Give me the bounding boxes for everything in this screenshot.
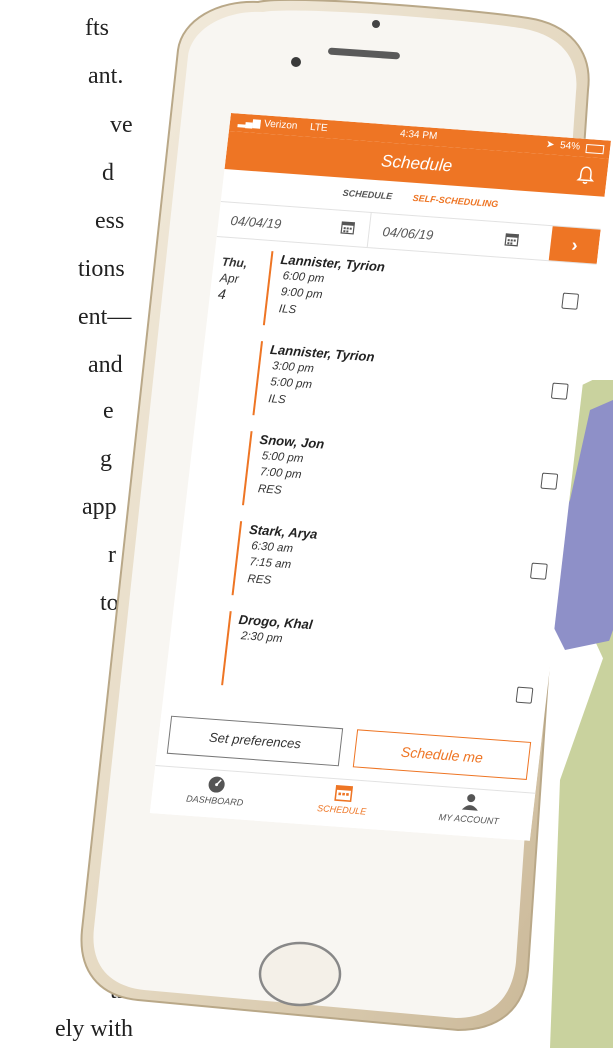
day-month: Apr bbox=[219, 270, 240, 286]
battery-icon bbox=[585, 143, 605, 155]
tab-schedule[interactable]: SCHEDULE bbox=[342, 188, 393, 202]
battery-label: 54% bbox=[559, 140, 581, 153]
date-to-field[interactable]: 04/06/19 bbox=[369, 213, 533, 259]
shift-accent-bar bbox=[262, 251, 274, 326]
day-date: 4 bbox=[217, 285, 227, 303]
shift-checkbox[interactable] bbox=[515, 686, 534, 704]
shift-start: 6:30 am bbox=[250, 540, 294, 556]
shift-location: ILS bbox=[278, 303, 297, 317]
shift-accent-bar bbox=[221, 611, 232, 686]
tab-my-account-label: MY ACCOUNT bbox=[438, 811, 500, 827]
tab-dashboard[interactable]: DASHBOARD bbox=[151, 770, 281, 810]
shift-location: ILS bbox=[267, 393, 287, 407]
bell-icon[interactable] bbox=[576, 165, 596, 186]
carrier-label: Verizon bbox=[263, 118, 299, 132]
phone-device: ▂▄▆ Verizon LTE 4:34 PM ➤ 54% Schedule S… bbox=[58, 0, 612, 1060]
date-from-field[interactable]: 04/04/19 bbox=[216, 202, 372, 248]
location-icon: ➤ bbox=[545, 139, 556, 151]
calendar-icon[interactable] bbox=[340, 220, 356, 235]
shift-checkbox[interactable] bbox=[550, 382, 569, 400]
shift-name: Stark, Arya bbox=[248, 521, 319, 542]
network-label: LTE bbox=[309, 121, 329, 135]
status-time: 4:34 PM bbox=[399, 128, 438, 143]
tab-my-account[interactable]: MY ACCOUNT bbox=[405, 789, 535, 829]
shift-end: 7:15 am bbox=[248, 556, 292, 572]
shift-list: Thu, Apr 4 Lannister, Tyrion 6:00 pm 9:0… bbox=[162, 241, 597, 739]
shift-accent-bar bbox=[241, 431, 253, 506]
schedule-me-button[interactable]: Schedule me bbox=[352, 729, 532, 781]
shift-name: Drogo, Khal bbox=[237, 611, 314, 633]
date-from-value: 04/04/19 bbox=[229, 212, 283, 232]
app-screen: ▂▄▆ Verizon LTE 4:34 PM ➤ 54% Schedule S… bbox=[149, 113, 612, 841]
person-icon bbox=[461, 794, 478, 811]
shift-location: RES bbox=[246, 573, 272, 587]
calendar-icon[interactable] bbox=[504, 232, 520, 247]
shift-end: 9:00 pm bbox=[280, 286, 324, 302]
day-weekday: Thu, bbox=[221, 254, 248, 271]
shift-start: 3:00 pm bbox=[271, 360, 315, 376]
shift-checkbox[interactable] bbox=[529, 562, 548, 580]
set-preferences-button[interactable]: Set preferences bbox=[166, 715, 344, 767]
shift-location: RES bbox=[257, 483, 283, 497]
shift-end: 7:00 pm bbox=[259, 466, 303, 482]
shift-checkbox[interactable] bbox=[540, 472, 559, 490]
tab-schedule-bottom[interactable]: SCHEDULE bbox=[278, 779, 408, 819]
shift-name: Snow, Jon bbox=[258, 431, 326, 452]
go-button[interactable]: › bbox=[548, 226, 601, 264]
date-to-value: 04/06/19 bbox=[381, 223, 435, 243]
shift-accent-bar bbox=[252, 341, 264, 416]
tab-schedule-label: SCHEDULE bbox=[316, 803, 367, 817]
shift-start: 6:00 pm bbox=[281, 270, 325, 286]
shift-checkbox[interactable] bbox=[561, 292, 580, 310]
day-label: Thu, Apr 4 bbox=[217, 254, 248, 304]
shift-end: 5:00 pm bbox=[269, 376, 313, 392]
shift-accent-bar bbox=[231, 521, 243, 596]
tab-self-scheduling[interactable]: SELF-SCHEDULING bbox=[412, 193, 499, 209]
calendar-icon bbox=[334, 785, 354, 802]
shift-start: 5:00 pm bbox=[261, 450, 305, 466]
signal-icon: ▂▄▆ bbox=[237, 116, 262, 130]
shift-start: 2:30 pm bbox=[240, 630, 284, 646]
tab-dashboard-label: DASHBOARD bbox=[185, 793, 244, 808]
dashboard-icon bbox=[208, 776, 225, 793]
